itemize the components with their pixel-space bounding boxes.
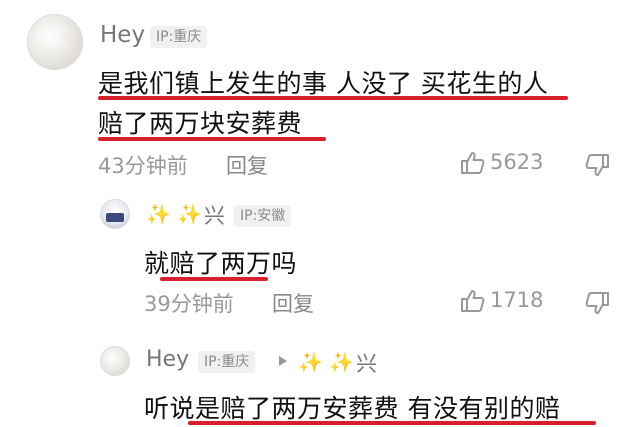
- username-sparkle-icons[interactable]: ✨ ✨: [298, 350, 354, 374]
- reply-text: 听说是赔了两万安葬费 有没有别的赔: [144, 394, 561, 423]
- comment-text-line-2: 赔了两万块安葬费: [98, 109, 303, 138]
- avatar[interactable]: [27, 14, 83, 70]
- highlight-underline: [188, 421, 596, 425]
- reply-username[interactable]: 兴: [204, 200, 225, 230]
- reply-text: 就赔了两万吗: [144, 249, 298, 278]
- comment-text-line-1: 是我们镇上发生的事 人没了 买花生的人: [98, 69, 549, 98]
- thumb-down-icon[interactable]: [584, 290, 610, 316]
- thumb-up-icon[interactable]: [460, 288, 486, 314]
- highlight-underline: [160, 277, 268, 281]
- reply-timestamp: 39分钟前: [144, 292, 234, 316]
- reply-button[interactable]: 回复: [272, 288, 314, 318]
- like-count: 5623: [490, 150, 544, 174]
- like-count: 1718: [490, 288, 544, 312]
- highlight-underline: [98, 96, 568, 100]
- ip-location-tag: IP:重庆: [198, 351, 256, 373]
- comment-timestamp: 43分钟前: [98, 154, 188, 178]
- highlight-underline: [98, 137, 326, 141]
- ip-location-tag: IP:安徽: [234, 205, 292, 227]
- triangle-right-icon: [278, 355, 288, 367]
- reply-to-username[interactable]: 兴: [356, 348, 377, 378]
- avatar[interactable]: [100, 346, 130, 376]
- thumb-up-icon[interactable]: [460, 150, 486, 176]
- username-sparkle-icons[interactable]: ✨ ✨: [146, 202, 202, 226]
- thumb-down-icon[interactable]: [584, 152, 610, 178]
- reply-button[interactable]: 回复: [226, 150, 268, 180]
- reply-username[interactable]: Hey: [146, 347, 189, 372]
- comment-username[interactable]: Hey: [100, 22, 145, 48]
- ip-location-tag: IP:重庆: [150, 26, 208, 48]
- avatar[interactable]: [100, 199, 130, 229]
